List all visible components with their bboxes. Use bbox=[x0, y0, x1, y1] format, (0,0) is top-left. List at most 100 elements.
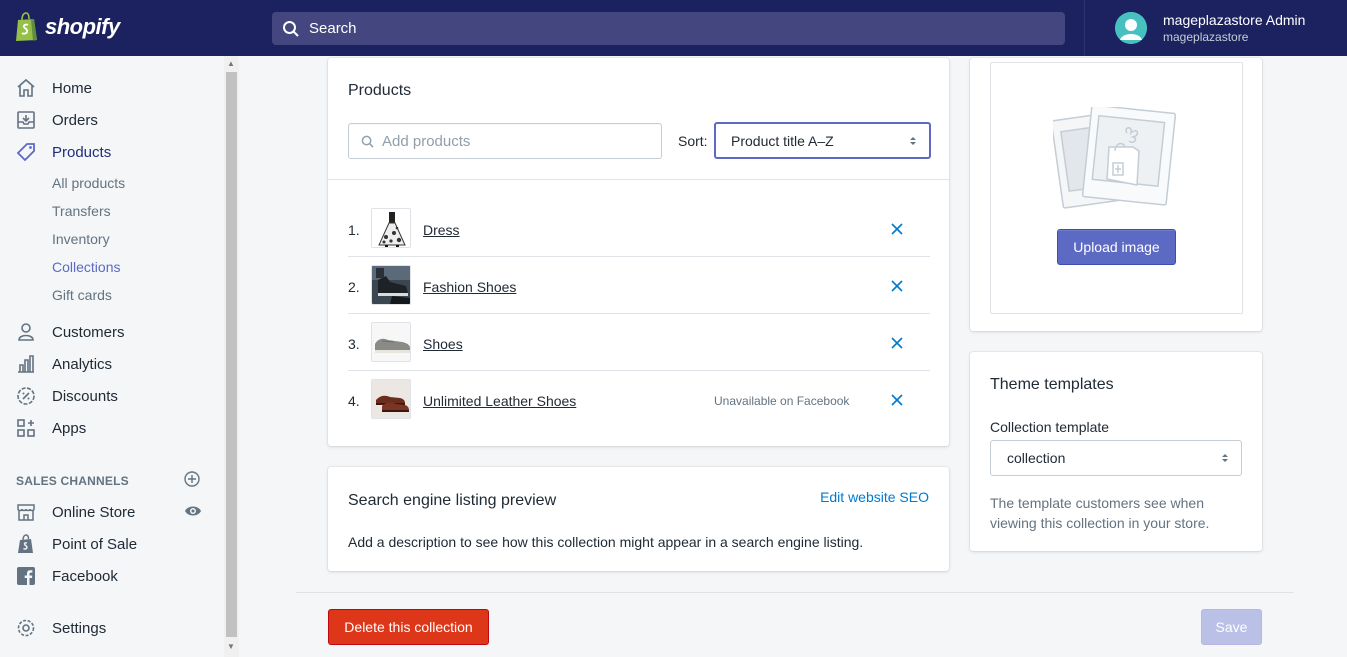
delete-collection-button[interactable]: Delete this collection bbox=[328, 609, 489, 645]
image-drop-area[interactable]: Upload image bbox=[990, 62, 1243, 314]
sidebar-item-label: Home bbox=[52, 79, 93, 97]
sidebar-item-label: Customers bbox=[52, 323, 125, 341]
template-help-text: The template customers see when viewing … bbox=[990, 495, 1210, 531]
sidebar-subitem-transfers[interactable]: Transfers bbox=[52, 203, 111, 219]
sidebar-item-label: Discounts bbox=[52, 387, 118, 405]
seo-card-title: Search engine listing preview bbox=[348, 492, 557, 509]
theme-templates-card: Theme templates Collection template coll… bbox=[970, 352, 1262, 551]
top-bar: shopify Search mageplazastore Admin mage… bbox=[0, 0, 1347, 56]
remove-product-icon[interactable] bbox=[890, 279, 904, 293]
image-placeholder-icon bbox=[1053, 107, 1177, 209]
sidebar-item-customers[interactable]: Customers bbox=[16, 322, 125, 342]
bar-chart-icon bbox=[16, 354, 36, 374]
edit-website-seo-link[interactable]: Edit website SEO bbox=[820, 489, 929, 505]
sidebar-item-discounts[interactable]: Discounts bbox=[16, 386, 118, 406]
sidebar-subitem-inventory[interactable]: Inventory bbox=[52, 231, 110, 247]
product-name-link[interactable]: Unlimited Leather Shoes bbox=[423, 393, 576, 409]
remove-product-icon[interactable] bbox=[890, 336, 904, 350]
search-icon bbox=[283, 20, 299, 37]
leather-shoes-image-icon bbox=[372, 380, 410, 418]
brand-name: shopify bbox=[45, 14, 120, 39]
facebook-icon bbox=[16, 566, 36, 586]
shopify-bag-icon bbox=[16, 12, 37, 41]
sidebar-item-settings[interactable]: Settings bbox=[16, 618, 106, 638]
logo-zone: shopify bbox=[0, 0, 240, 56]
seo-description: Add a description to see how this collec… bbox=[348, 534, 864, 550]
store-icon bbox=[16, 502, 36, 522]
sidebar-item-home[interactable]: Home bbox=[16, 78, 92, 98]
footer-divider bbox=[296, 592, 1294, 593]
user-avatar-icon bbox=[1115, 12, 1147, 44]
product-name-link[interactable]: Shoes bbox=[423, 336, 463, 352]
products-card: Products Sort: Product title A–Z 1. Dres… bbox=[328, 58, 949, 446]
sales-channels-heading: SALES CHANNELS bbox=[16, 474, 129, 488]
apps-icon bbox=[16, 418, 36, 438]
products-card-title: Products bbox=[348, 82, 412, 99]
row-number: 1. bbox=[348, 222, 360, 238]
dress-image-icon bbox=[372, 209, 410, 247]
scroll-down-icon[interactable]: ▼ bbox=[227, 642, 235, 651]
sort-select-value: Product title A–Z bbox=[731, 132, 834, 149]
person-icon bbox=[16, 322, 36, 342]
row-number: 4. bbox=[348, 393, 360, 409]
product-row: 4. Unlimited Leather Shoes Unavailable o… bbox=[348, 371, 930, 428]
shopify-logo[interactable]: shopify bbox=[14, 12, 120, 42]
gear-icon bbox=[16, 618, 36, 638]
sidebar-item-label: Settings bbox=[52, 619, 107, 637]
sidebar-item-point-of-sale[interactable]: Point of Sale bbox=[16, 534, 137, 554]
select-arrows-icon bbox=[1222, 454, 1228, 462]
global-search-placeholder: Search bbox=[309, 20, 357, 37]
sidebar-item-label: Facebook bbox=[52, 567, 118, 585]
eye-icon[interactable] bbox=[184, 504, 202, 518]
collection-template-value: collection bbox=[1007, 450, 1066, 466]
select-arrows-icon bbox=[910, 137, 916, 145]
seo-preview-card: Search engine listing preview Edit websi… bbox=[328, 467, 949, 571]
orders-icon bbox=[16, 110, 36, 130]
product-name-link[interactable]: Fashion Shoes bbox=[423, 279, 516, 295]
scroll-up-icon[interactable]: ▲ bbox=[227, 59, 235, 68]
save-button[interactable]: Save bbox=[1201, 609, 1262, 645]
sidebar-item-label: Apps bbox=[52, 419, 87, 437]
upload-image-button[interactable]: Upload image bbox=[1057, 229, 1176, 265]
sidebar: Home Orders Products All products Transf… bbox=[0, 56, 224, 657]
collection-image-card: Upload image bbox=[970, 58, 1262, 331]
product-thumbnail bbox=[371, 322, 411, 362]
sidebar-item-online-store[interactable]: Online Store bbox=[16, 502, 135, 522]
product-row: 2. Fashion Shoes bbox=[348, 257, 930, 314]
search-icon bbox=[361, 135, 374, 148]
sidebar-subitem-all-products[interactable]: All products bbox=[52, 175, 125, 191]
sidebar-item-facebook[interactable]: Facebook bbox=[16, 566, 118, 586]
discount-icon bbox=[16, 386, 36, 406]
product-thumbnail bbox=[371, 208, 411, 248]
sidebar-subitem-collections[interactable]: Collections bbox=[52, 259, 120, 275]
collection-template-select[interactable]: collection bbox=[990, 440, 1242, 476]
avatar bbox=[1115, 12, 1147, 44]
global-search[interactable]: Search bbox=[272, 12, 1065, 45]
remove-product-icon[interactable] bbox=[890, 393, 904, 407]
sidebar-item-analytics[interactable]: Analytics bbox=[16, 354, 112, 374]
add-channel-icon[interactable] bbox=[184, 471, 200, 487]
product-row: 3. Shoes bbox=[348, 314, 930, 371]
sidebar-item-products[interactable]: Products bbox=[16, 142, 111, 162]
collection-template-label: Collection template bbox=[990, 419, 1110, 435]
product-thumbnail bbox=[371, 265, 411, 305]
sidebar-scroll-thumb[interactable] bbox=[226, 72, 237, 637]
sidebar-item-label: Analytics bbox=[52, 355, 113, 373]
row-number: 3. bbox=[348, 336, 360, 352]
sidebar-item-label: Products bbox=[52, 143, 112, 161]
theme-card-title: Theme templates bbox=[990, 376, 1114, 393]
remove-product-icon[interactable] bbox=[890, 222, 904, 236]
row-number: 2. bbox=[348, 279, 360, 295]
sort-select[interactable]: Product title A–Z bbox=[714, 122, 931, 159]
home-icon bbox=[16, 78, 36, 98]
sidebar-subitem-gift-cards[interactable]: Gift cards bbox=[52, 287, 112, 303]
sidebar-item-orders[interactable]: Orders bbox=[16, 110, 98, 130]
account-store: mageplazastore bbox=[1163, 30, 1249, 44]
product-name-link[interactable]: Dress bbox=[423, 222, 460, 238]
account-menu[interactable]: mageplazastore Admin mageplazastore bbox=[1084, 0, 1347, 56]
add-products-input[interactable] bbox=[382, 132, 642, 150]
sidebar-item-apps[interactable]: Apps bbox=[16, 418, 86, 438]
sidebar-item-label: Orders bbox=[52, 111, 98, 129]
add-products-search[interactable] bbox=[348, 123, 662, 159]
unavailable-note: Unavailable on Facebook bbox=[714, 394, 850, 408]
